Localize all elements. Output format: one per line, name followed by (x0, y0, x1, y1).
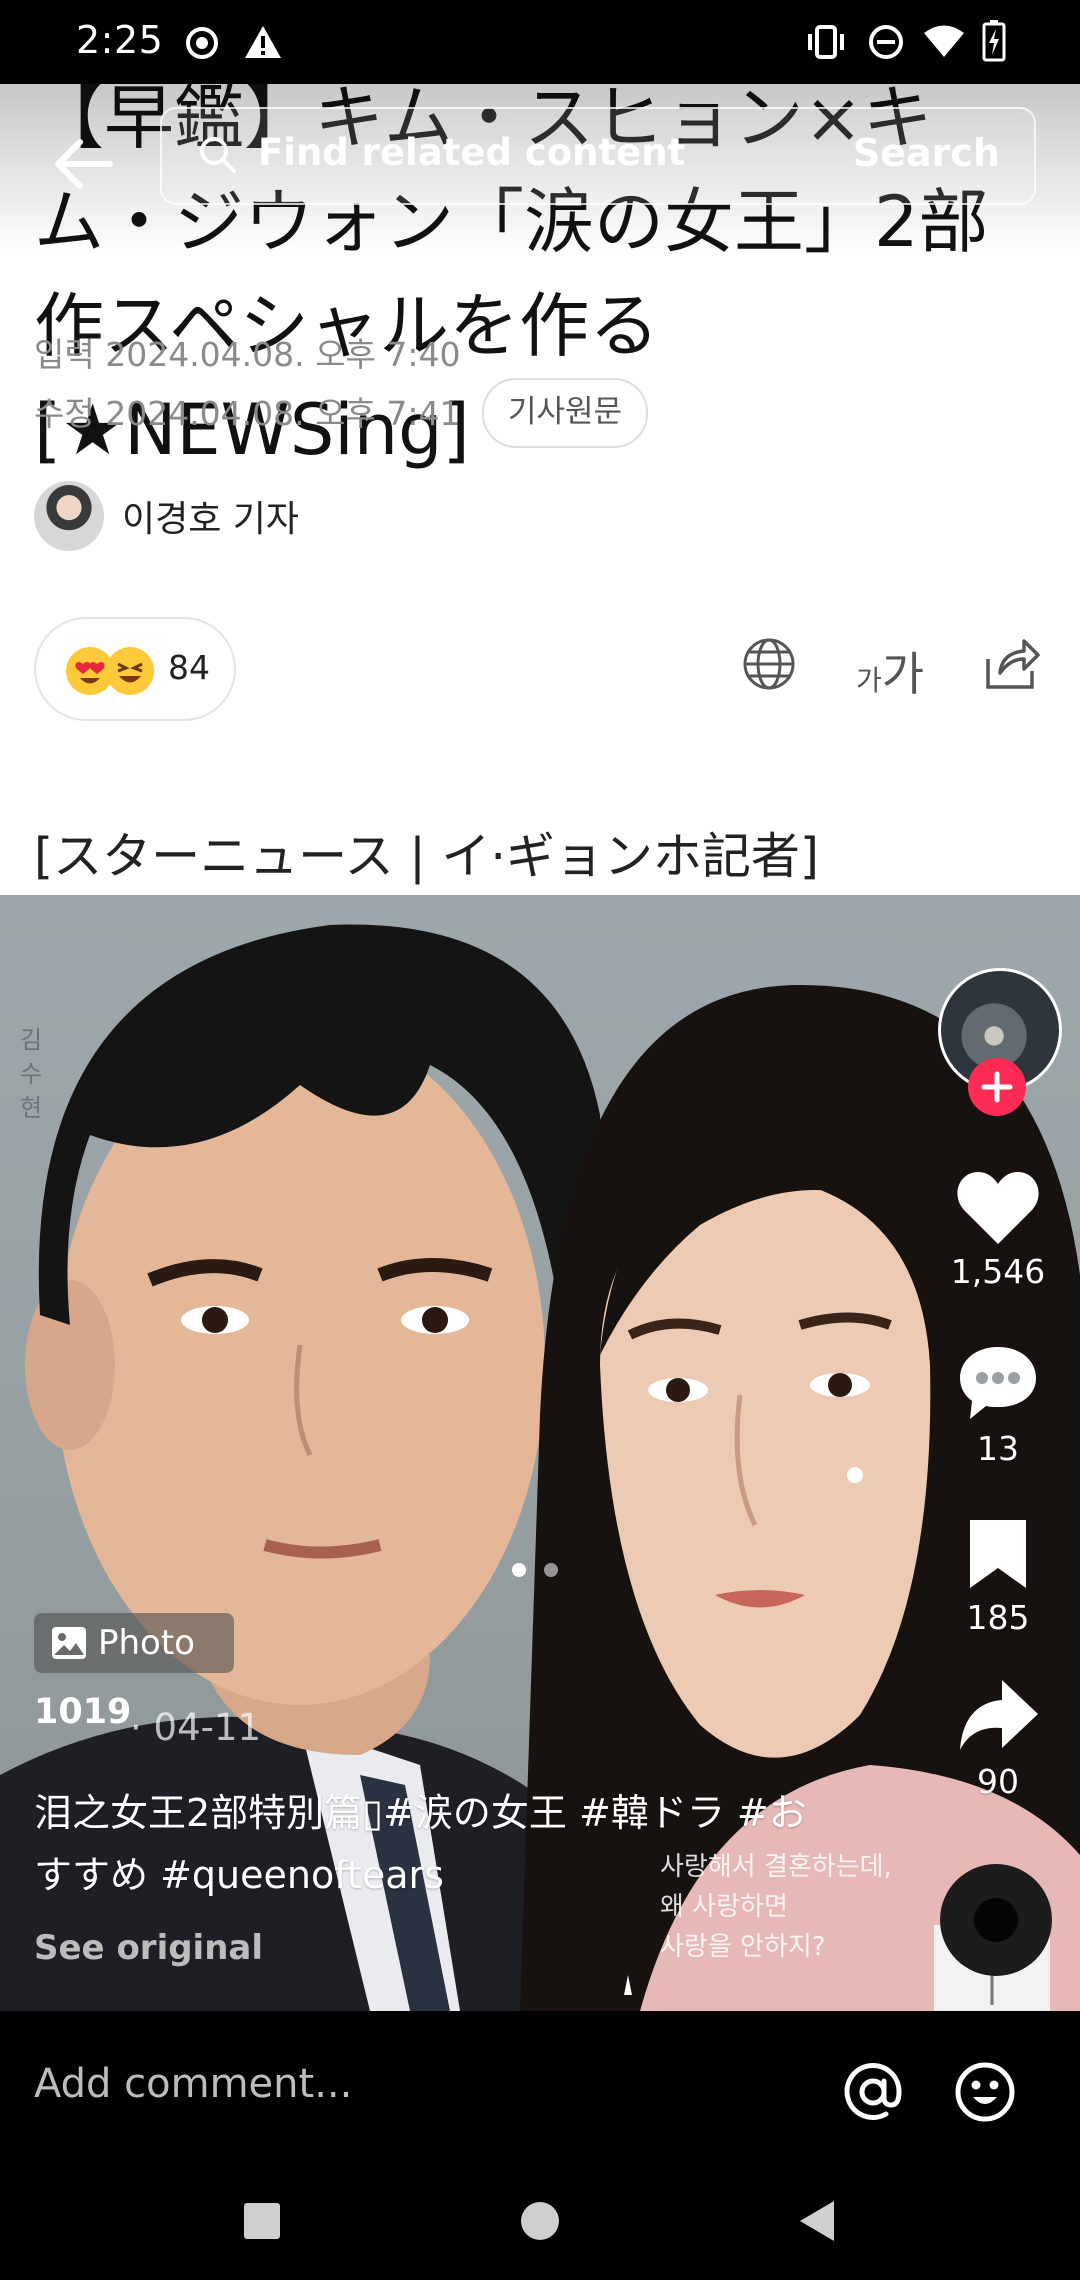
search-input[interactable]: Find related content (258, 131, 685, 174)
comment-bubble-icon (960, 1347, 1036, 1419)
do-not-disturb-icon (868, 24, 904, 64)
see-original-link[interactable]: See original (34, 1928, 263, 1968)
author-name: 이경호 기자 (122, 499, 300, 540)
emoji-face-icon[interactable] (954, 2061, 1016, 2127)
share-count: 90 (977, 1762, 1019, 1801)
bookmark-icon (970, 1520, 1026, 1588)
post-caption[interactable]: 泪之女王2部特別篇▯#涙の女王 #韓ドラ #おすすめ #queenoftears (34, 1782, 814, 1906)
battery-charging-icon (982, 20, 1006, 66)
vibrate-icon (806, 24, 846, 64)
laughing-emoji-icon (106, 647, 154, 695)
font-size-icon: 가가 (856, 638, 924, 704)
home-icon[interactable] (520, 2201, 560, 2245)
back-nav-icon[interactable] (796, 2199, 836, 2247)
article-edit-date: 수정 2024.04.08. 오후 7:41 (34, 394, 461, 433)
record-icon (185, 26, 219, 64)
globe-icon (742, 637, 796, 695)
font-size-small-label: 가 (856, 664, 882, 697)
comment-button[interactable]: 13 (928, 1343, 1068, 1468)
wifi-icon (924, 24, 964, 62)
carousel-dot-active (512, 1563, 526, 1577)
heart-icon (957, 1172, 1039, 1244)
like-button[interactable]: 1,546 (928, 1170, 1068, 1291)
photo-type-badge: Photo (34, 1613, 234, 1673)
status-time: 2:25 (76, 18, 164, 62)
warning-icon (244, 24, 282, 64)
comment-input[interactable]: Add comment... (34, 2061, 352, 2107)
photo-icon (52, 1627, 86, 1659)
photo-badge-label: Photo (98, 1623, 195, 1663)
carousel-dot (544, 1563, 558, 1577)
status-bar: 2:25 (0, 0, 1080, 84)
arrow-left-icon (55, 139, 113, 189)
comment-bar: Add comment... (0, 2011, 1080, 2161)
share-out-icon (984, 637, 1040, 695)
post-date: · 04-11 (130, 1706, 262, 1749)
bookmark-count: 185 (966, 1598, 1030, 1637)
post-author[interactable]: 1019 (34, 1692, 131, 1732)
bookmark-button[interactable]: 185 (928, 1516, 1068, 1637)
share-arrow-icon (960, 1680, 1038, 1750)
reaction-pill: 84 (34, 617, 236, 721)
mention-icon[interactable] (842, 2061, 904, 2127)
recents-icon[interactable] (242, 2201, 282, 2245)
article-subhead: [スターニュース | イ·ギョンホ記者] (34, 828, 820, 885)
follow-button[interactable] (968, 1058, 1026, 1116)
music-disc[interactable] (940, 1864, 1052, 1976)
search-icon (198, 135, 238, 179)
like-count: 1,546 (950, 1252, 1046, 1291)
search-bar[interactable]: Find related content Search (160, 107, 1036, 205)
svg-text:사랑을 안하지?: 사랑을 안하지? (660, 1932, 826, 1962)
font-size-large-label: 가 (881, 647, 925, 701)
author-avatar (34, 481, 104, 551)
share-button[interactable]: 90 (928, 1676, 1068, 1801)
reaction-count: 84 (168, 648, 210, 687)
article-input-date: 입력 2024.04.08. 오후 7:40 (34, 335, 461, 374)
plus-icon (981, 1071, 1013, 1103)
music-disc-center (974, 1898, 1018, 1942)
back-button[interactable] (44, 124, 124, 204)
comment-count: 13 (977, 1429, 1019, 1468)
system-navigation-bar (0, 2161, 1080, 2280)
original-article-badge: 기사원문 (482, 378, 649, 448)
poster-left-vertical-text: 김 수 현 (19, 1026, 43, 1122)
carousel-indicator (512, 1562, 576, 1581)
search-button[interactable]: Search (853, 131, 1000, 175)
